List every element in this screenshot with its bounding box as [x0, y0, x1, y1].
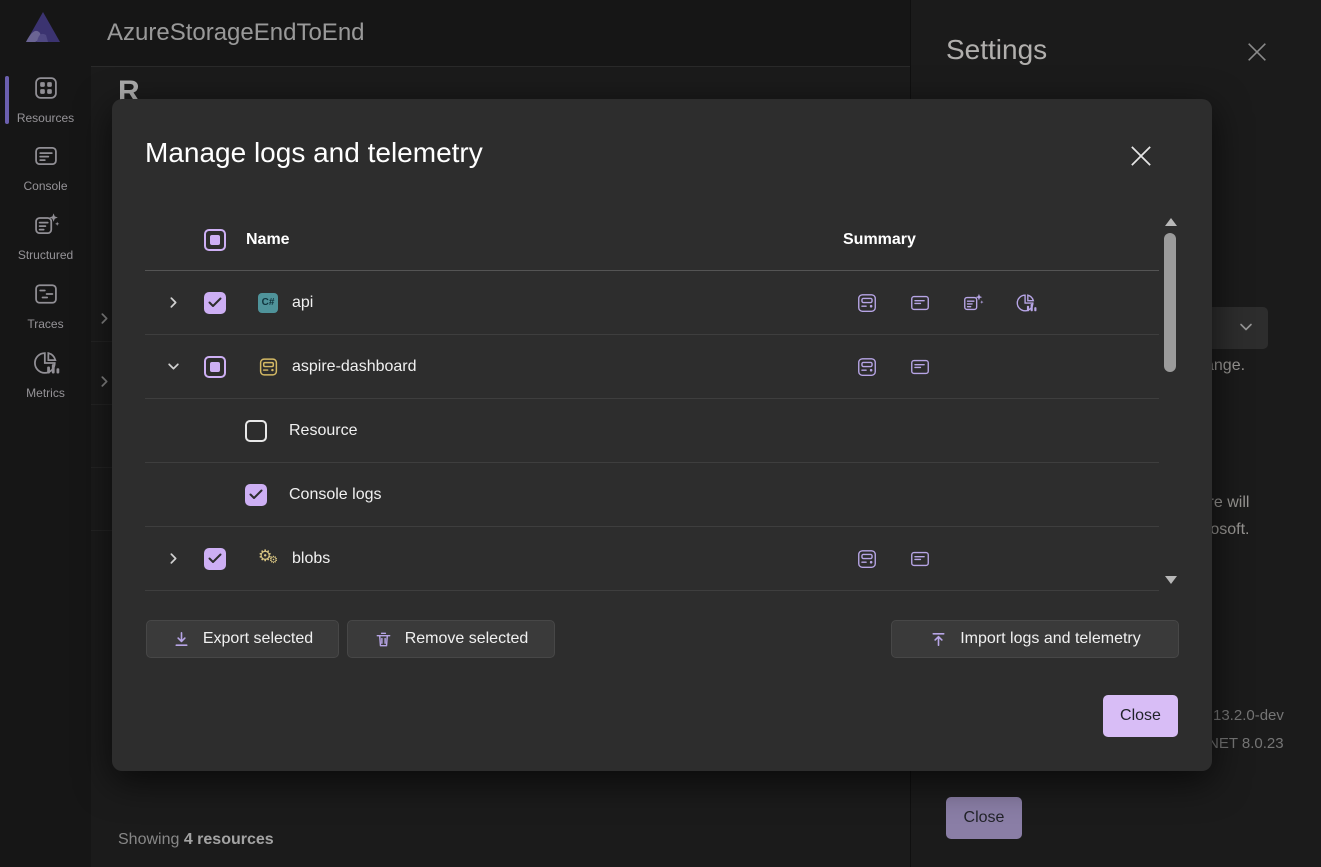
resource-name: blobs	[292, 550, 330, 568]
summary-icons	[856, 292, 1037, 314]
table-header-row: Name Summary	[145, 210, 1159, 271]
row-checkbox[interactable]	[245, 484, 267, 506]
csharp-project-icon: C#	[258, 293, 278, 313]
app-root: AzureStorageEndToEnd R Showing 4 resourc…	[0, 0, 1321, 867]
resources-icon	[856, 292, 878, 314]
download-icon	[172, 630, 191, 649]
resource-name: api	[292, 294, 313, 312]
manage-logs-dialog: Manage logs and telemetry Name Summary C…	[112, 99, 1212, 771]
summary-icons	[856, 548, 931, 570]
table-row[interactable]: C# api	[145, 271, 1159, 335]
import-logs-label: Import logs and telemetry	[960, 630, 1141, 648]
telemetry-type-label: Resource	[289, 422, 357, 440]
resource-name: aspire-dashboard	[292, 358, 417, 376]
export-selected-label: Export selected	[203, 630, 313, 648]
console-logs-icon	[909, 548, 931, 570]
export-selected-button[interactable]: Export selected	[146, 620, 339, 658]
table-row[interactable]: ⚙⚙ blobs	[145, 527, 1159, 591]
trash-icon	[374, 630, 393, 649]
row-checkbox[interactable]	[245, 420, 267, 442]
scrollbar-thumb[interactable]	[1164, 233, 1176, 372]
row-checkbox[interactable]	[204, 356, 226, 378]
table-row[interactable]: Resource	[145, 399, 1159, 463]
scrollbar-up-arrow[interactable]	[1165, 218, 1177, 226]
console-logs-icon	[909, 292, 931, 314]
collapse-chevron-icon[interactable]	[165, 359, 181, 375]
container-icon	[258, 356, 279, 377]
summary-icons	[856, 356, 931, 378]
resources-table: Name Summary C# api	[145, 210, 1159, 591]
expand-chevron-icon[interactable]	[165, 551, 181, 567]
gears-icon: ⚙⚙	[258, 548, 280, 570]
scrollbar-down-arrow[interactable]	[1165, 576, 1177, 584]
table-row[interactable]: Console logs	[145, 463, 1159, 527]
upload-icon	[929, 630, 948, 649]
row-checkbox[interactable]	[204, 292, 226, 314]
row-checkbox[interactable]	[204, 548, 226, 570]
import-logs-button[interactable]: Import logs and telemetry	[891, 620, 1179, 658]
expand-chevron-icon[interactable]	[165, 295, 181, 311]
select-all-checkbox[interactable]	[204, 229, 226, 251]
resources-icon	[856, 356, 878, 378]
table-row[interactable]: aspire-dashboard	[145, 335, 1159, 399]
dialog-close-button[interactable]: Close	[1103, 695, 1178, 737]
metrics-icon	[1015, 292, 1037, 314]
column-header-name: Name	[246, 231, 290, 249]
console-logs-icon	[909, 356, 931, 378]
dialog-close-icon[interactable]	[1130, 145, 1152, 172]
telemetry-type-label: Console logs	[289, 486, 382, 504]
remove-selected-button[interactable]: Remove selected	[347, 620, 555, 658]
column-header-summary: Summary	[843, 231, 916, 249]
structured-logs-icon	[962, 292, 984, 314]
remove-selected-label: Remove selected	[405, 630, 529, 648]
dialog-title: Manage logs and telemetry	[145, 137, 483, 169]
resources-icon	[856, 548, 878, 570]
